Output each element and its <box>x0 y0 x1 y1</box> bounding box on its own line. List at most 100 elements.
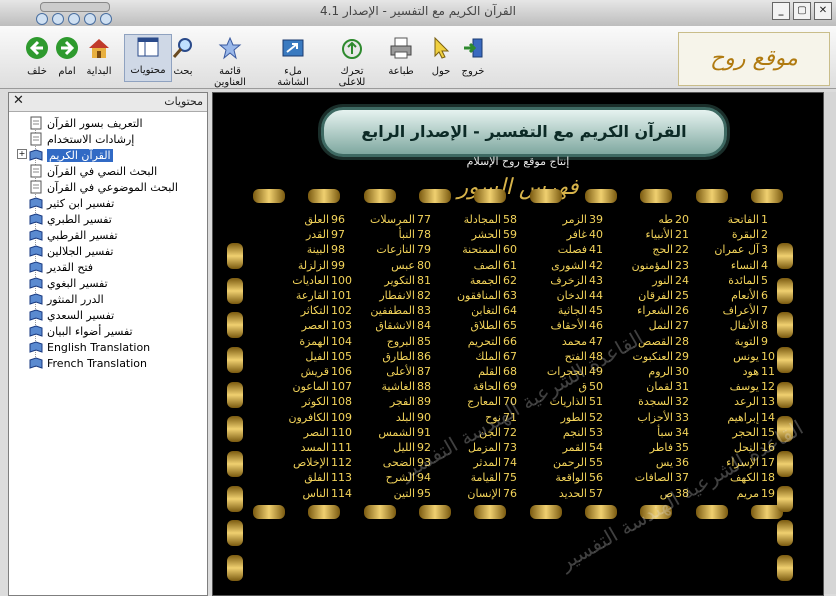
surah-link[interactable]: 85 البروج <box>351 335 437 351</box>
surah-link[interactable]: 34 سبأ <box>609 426 695 442</box>
surah-link[interactable]: 22 الحج <box>609 243 695 259</box>
surah-link[interactable]: 2 البقرة <box>695 228 781 244</box>
surah-link[interactable]: 113 الفلق <box>265 471 352 487</box>
tree-item[interactable]: القرآن الكريم <box>29 147 113 163</box>
surah-link[interactable]: 54 القمر <box>523 441 609 457</box>
tree-item[interactable]: تفسير القرطبي <box>29 227 118 243</box>
surah-link[interactable]: 99 الزلزلة <box>265 259 351 275</box>
surah-link[interactable]: 78 النبأ <box>351 228 437 244</box>
tree-item[interactable]: English Translation <box>29 339 150 355</box>
surah-link[interactable]: 67 الملك <box>437 350 523 366</box>
surah-link[interactable]: 82 الانفطار <box>351 289 437 305</box>
tree-item[interactable]: تفسير البغوي <box>29 275 108 291</box>
surah-link[interactable]: 55 الرحمن <box>523 456 609 472</box>
surah-link[interactable]: 30 الروم <box>609 365 695 381</box>
surah-link[interactable]: 11 هود <box>695 365 781 381</box>
surah-link[interactable]: 106 قريش <box>265 365 352 381</box>
tree-item[interactable]: تفسير الجلالين <box>29 243 113 259</box>
surah-link[interactable]: 86 الطارق <box>351 350 437 366</box>
surah-link[interactable]: 110 النصر <box>265 426 352 442</box>
surah-link[interactable]: 108 الكوثر <box>265 395 352 411</box>
surah-link[interactable]: 33 الأحزاب <box>609 411 695 427</box>
surah-link[interactable]: 25 الفرقان <box>609 289 695 305</box>
surah-link[interactable]: 76 الإنسان <box>437 487 523 503</box>
surah-link[interactable]: 96 العلق <box>265 213 351 229</box>
surah-link[interactable]: 10 يونس <box>695 350 781 366</box>
surah-link[interactable]: 103 العصر <box>265 319 352 335</box>
surah-link[interactable]: 111 المسد <box>265 441 352 457</box>
surah-link[interactable]: 64 التغابن <box>437 304 523 320</box>
expand-toggle[interactable]: + <box>17 149 27 159</box>
surah-link[interactable]: 3 آل عمران <box>695 243 781 259</box>
surah-link[interactable]: 1 الفاتحة <box>695 213 781 229</box>
fullscreen-button[interactable]: ملء الشاشة <box>268 36 318 88</box>
surah-link[interactable]: 104 الهمزة <box>265 335 352 351</box>
surah-link[interactable]: 83 المطففين <box>351 304 437 320</box>
surah-link[interactable]: 97 القدر <box>265 228 351 244</box>
surah-link[interactable]: 91 الشمس <box>351 426 437 442</box>
surah-link[interactable]: 41 فصلت <box>523 243 609 259</box>
home-button[interactable]: البداية <box>76 36 122 84</box>
tree-item[interactable]: إرشادات الاستخدام <box>29 131 134 147</box>
tree-item[interactable]: تفسير السعدي <box>29 307 114 323</box>
surah-link[interactable]: 8 الأنفال <box>695 319 781 335</box>
surah-link[interactable]: 9 التوبة <box>695 335 781 351</box>
exit-button[interactable]: خروج <box>450 36 496 84</box>
surah-link[interactable]: 43 الزخرف <box>523 274 609 290</box>
surah-link[interactable]: 59 الحشر <box>437 228 523 244</box>
surah-link[interactable]: 58 المجادلة <box>437 213 523 229</box>
surah-link[interactable]: 98 البينة <box>265 243 351 259</box>
tree-item[interactable]: تفسير أضواء البيان <box>29 323 133 339</box>
titles-list-button[interactable]: قائمة العناوين <box>204 36 256 88</box>
surah-link[interactable]: 57 الحديد <box>523 487 609 503</box>
surah-link[interactable]: 5 المائدة <box>695 274 781 290</box>
surah-link[interactable]: 40 غافر <box>523 228 609 244</box>
surah-link[interactable]: 87 الأعلى <box>351 365 437 381</box>
tree-item[interactable]: فتح القدير <box>29 259 93 275</box>
minimize-button[interactable]: _ <box>772 2 790 20</box>
surah-link[interactable]: 90 البلد <box>351 411 437 427</box>
surah-link[interactable]: 23 المؤمنون <box>609 259 695 275</box>
surah-link[interactable]: 14 إبراهيم <box>695 411 781 427</box>
surah-link[interactable]: 101 القارعة <box>265 289 352 305</box>
surah-link[interactable]: 39 الزمر <box>523 213 609 229</box>
surah-link[interactable]: 95 التين <box>351 487 437 503</box>
surah-link[interactable]: 7 الأعراف <box>695 304 781 320</box>
tree-item[interactable]: التعريف بسور القرآن <box>29 115 143 131</box>
surah-link[interactable]: 80 عبس <box>351 259 437 275</box>
surah-link[interactable]: 84 الانشقاق <box>351 319 437 335</box>
surah-link[interactable]: 56 الواقعة <box>523 471 609 487</box>
surah-link[interactable]: 75 القيامة <box>437 471 523 487</box>
tree-item[interactable]: البحث الموضوعي في القرآن <box>29 179 178 195</box>
surah-link[interactable]: 53 النجم <box>523 426 609 442</box>
surah-link[interactable]: 88 الغاشية <box>351 380 437 396</box>
surah-link[interactable]: 81 التكوير <box>351 274 437 290</box>
tree-item[interactable]: تفسير الطبري <box>29 211 112 227</box>
surah-link[interactable]: 26 الشعراء <box>609 304 695 320</box>
surah-link[interactable]: 65 الطلاق <box>437 319 523 335</box>
surah-link[interactable]: 105 الفيل <box>265 350 352 366</box>
surah-link[interactable]: 68 القلم <box>437 365 523 381</box>
surah-link[interactable]: 79 النازعات <box>351 243 437 259</box>
surah-link[interactable]: 66 التحريم <box>437 335 523 351</box>
surah-link[interactable]: 46 الأحقاف <box>523 319 609 335</box>
tree-item[interactable]: تفسير ابن كثير <box>29 195 114 211</box>
surah-link[interactable]: 107 الماعون <box>265 380 352 396</box>
surah-link[interactable]: 102 التكاثر <box>265 304 352 320</box>
search-button[interactable]: بحث <box>160 36 206 84</box>
maximize-button[interactable]: ▢ <box>793 2 811 20</box>
surah-link[interactable]: 69 الحاقة <box>437 380 523 396</box>
surah-link[interactable]: 36 يس <box>609 456 695 472</box>
surah-link[interactable]: 42 الشورى <box>523 259 609 275</box>
surah-link[interactable]: 31 لقمان <box>609 380 695 396</box>
surah-link[interactable]: 60 الممتحنة <box>437 243 523 259</box>
surah-link[interactable]: 114 الناس <box>265 487 352 503</box>
surah-link[interactable]: 89 الفجر <box>351 395 437 411</box>
surah-link[interactable]: 24 النور <box>609 274 695 290</box>
close-window-button[interactable]: ✕ <box>814 2 832 20</box>
tree-item[interactable]: French Translation <box>29 355 147 371</box>
surah-link[interactable]: 13 الرعد <box>695 395 781 411</box>
close-panel-button[interactable]: ✕ <box>13 93 24 108</box>
tree-item[interactable]: البحث النصي في القرآن <box>29 163 157 179</box>
surah-link[interactable]: 100 العاديات <box>265 274 352 290</box>
